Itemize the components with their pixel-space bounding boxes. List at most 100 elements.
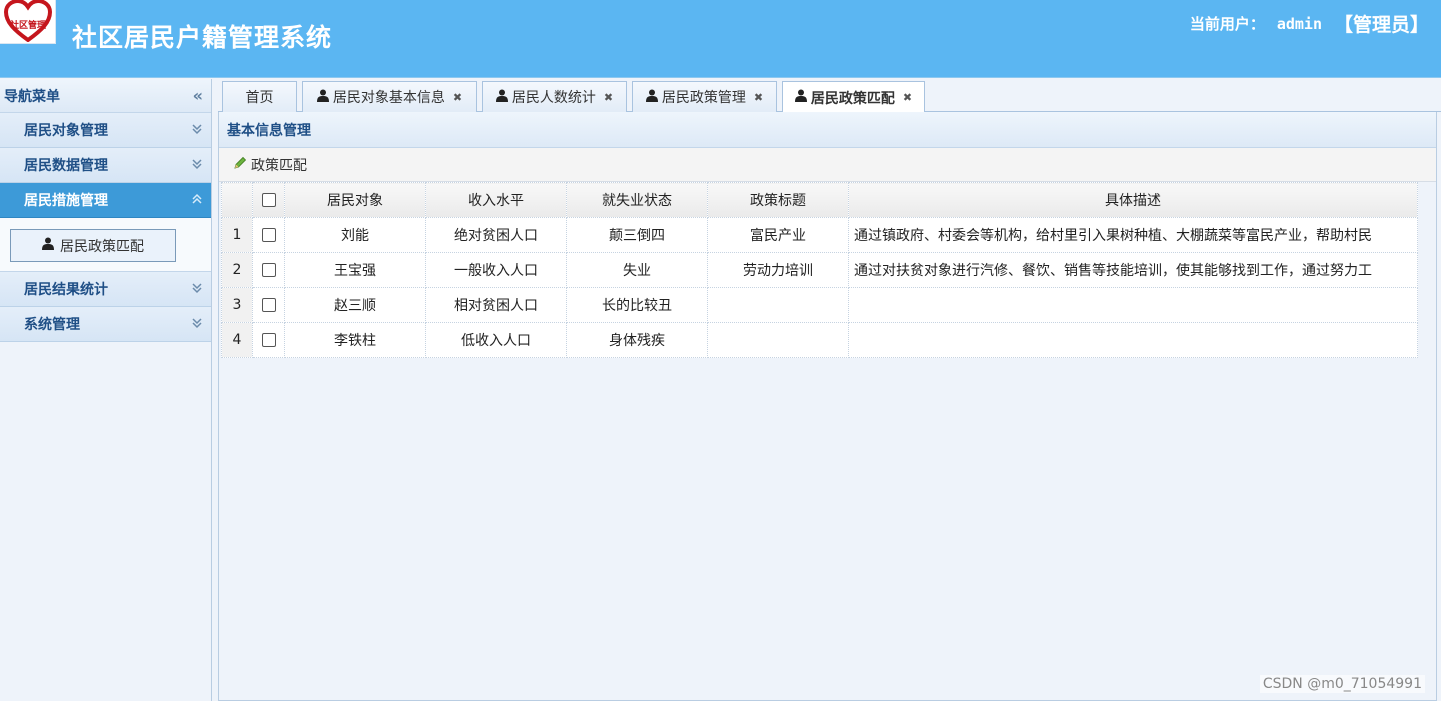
table-cell — [848, 322, 1418, 358]
chevron-up-icon — [191, 193, 203, 208]
user-icon — [645, 89, 658, 106]
row-number: 3 — [221, 287, 253, 323]
row-number: 4 — [221, 322, 253, 358]
row-checkbox[interactable] — [261, 333, 276, 347]
sidebar-group-resident-statistics[interactable]: 居民结果统计 — [0, 272, 211, 307]
row-number: 1 — [221, 217, 253, 253]
tab-label: 居民人数统计 — [511, 90, 596, 106]
tab-label: 居民政策匹配 — [810, 90, 895, 107]
column-header[interactable]: 居民对象 — [284, 182, 426, 218]
chevron-down-icon — [191, 282, 203, 297]
sidebar-group-label: 居民对象管理 — [24, 123, 108, 139]
table-row[interactable]: 3 赵三顺 相对贫困人口 长的比较丑 — [221, 287, 1418, 323]
sidebar-group-resident-object[interactable]: 居民对象管理 — [0, 113, 211, 148]
row-checkbox[interactable] — [261, 263, 276, 277]
user-icon — [42, 237, 54, 254]
logo-text: 社区管理 — [9, 21, 46, 31]
row-number-header — [221, 182, 253, 218]
user-icon — [495, 89, 508, 106]
data-grid: 居民对象 收入水平 就失业状态 政策标题 具体描述 1 刘能 绝对贫困人口 颠三… — [221, 182, 1418, 358]
tab-home[interactable]: 首页 — [222, 81, 297, 112]
watermark-text: CSDN @m0_71054991 — [1259, 675, 1425, 693]
table-cell: 富民产业 — [707, 217, 849, 253]
tab-label: 居民政策管理 — [661, 90, 746, 106]
chevron-down-icon — [191, 123, 203, 138]
current-user-name: admin — [1276, 14, 1322, 33]
column-header[interactable]: 就失业状态 — [566, 182, 708, 218]
app-logo: 社区管理 — [0, 0, 56, 44]
tab-resident-policy-match[interactable]: 居民政策匹配 ✖ — [782, 81, 925, 113]
tab-label: 居民对象基本信息 — [332, 90, 445, 106]
current-user-role: 【管理员】 — [1333, 14, 1429, 36]
nav-menu-title: 导航菜单 — [4, 88, 60, 105]
sidebar-group-resident-measures[interactable]: 居民措施管理 — [0, 183, 211, 218]
table-cell: 通过对扶贫对象进行汽修、餐饮、销售等技能培训，使其能够找到工作，通过努力工 — [848, 252, 1418, 288]
table-row[interactable]: 2 王宝强 一般收入人口 失业 劳动力培训 通过对扶贫对象进行汽修、餐饮、销售等… — [221, 252, 1418, 288]
sidebar-group-label: 系统管理 — [24, 317, 80, 333]
sidebar-submenu: 居民政策匹配 — [0, 218, 211, 272]
policy-match-button[interactable]: 政策匹配 — [233, 155, 307, 175]
row-select-cell — [252, 322, 285, 358]
pencil-icon — [233, 156, 247, 174]
table-cell — [848, 287, 1418, 323]
sidebar-group-label: 居民结果统计 — [24, 282, 108, 298]
table-cell: 劳动力培训 — [707, 252, 849, 288]
column-header[interactable]: 政策标题 — [707, 182, 849, 218]
toolbar: 政策匹配 — [219, 148, 1436, 182]
table-row[interactable]: 4 李铁柱 低收入人口 身体残疾 — [221, 322, 1418, 358]
tab-resident-policy-manage[interactable]: 居民政策管理 ✖ — [632, 81, 777, 112]
user-icon — [794, 89, 807, 106]
sidebar-group-label: 居民数据管理 — [24, 158, 108, 174]
table-header-row: 居民对象 收入水平 就失业状态 政策标题 具体描述 — [221, 182, 1418, 218]
tabs-bar: 首页 居民对象基本信息 ✖ 居民人数统计 ✖ 居民政策管理 ✖ 居民政策匹配 ✖ — [218, 79, 1441, 113]
row-select-cell — [252, 252, 285, 288]
column-header[interactable]: 具体描述 — [848, 182, 1418, 218]
table-cell: 颠三倒四 — [566, 217, 708, 253]
column-header[interactable]: 收入水平 — [425, 182, 567, 218]
select-all-checkbox[interactable] — [261, 193, 276, 207]
table-row[interactable]: 1 刘能 绝对贫困人口 颠三倒四 富民产业 通过镇政府、村委会等机构，给村里引入… — [221, 217, 1418, 253]
close-tab-icon[interactable]: ✖ — [453, 91, 462, 104]
row-select-cell — [252, 217, 285, 253]
table-cell: 赵三顺 — [284, 287, 426, 323]
table-cell: 长的比较丑 — [566, 287, 708, 323]
table-cell: 低收入人口 — [425, 322, 567, 358]
row-checkbox[interactable] — [261, 228, 276, 242]
chevron-down-icon — [191, 317, 203, 332]
current-user-label: 当前用户： — [1189, 15, 1265, 33]
sidebar: 导航菜单 « 居民对象管理 居民数据管理 居民措施管理 居民政策匹配 居民结果统… — [0, 79, 212, 701]
table-cell: 李铁柱 — [284, 322, 426, 358]
table-cell: 绝对贫困人口 — [425, 217, 567, 253]
close-tab-icon[interactable]: ✖ — [604, 91, 613, 104]
sidebar-item-label: 居民政策匹配 — [60, 238, 144, 255]
table-cell: 身体残疾 — [566, 322, 708, 358]
app-header: 社区管理 社区居民户籍管理系统 当前用户： admin 【管理员】 — [0, 0, 1441, 78]
main-area: 首页 居民对象基本信息 ✖ 居民人数统计 ✖ 居民政策管理 ✖ 居民政策匹配 ✖… — [218, 79, 1441, 701]
row-number: 2 — [221, 252, 253, 288]
nav-menu-header: 导航菜单 « — [0, 79, 211, 113]
table-cell: 王宝强 — [284, 252, 426, 288]
app-title: 社区居民户籍管理系统 — [72, 23, 333, 52]
close-tab-icon[interactable]: ✖ — [903, 91, 912, 104]
row-checkbox[interactable] — [261, 298, 276, 312]
sidebar-group-resident-data[interactable]: 居民数据管理 — [0, 148, 211, 183]
user-icon — [316, 89, 329, 106]
panel-title: 基本信息管理 — [219, 112, 1436, 148]
table-cell — [707, 322, 849, 358]
current-user-area: 当前用户： admin 【管理员】 — [1190, 10, 1429, 37]
tab-resident-count-stats[interactable]: 居民人数统计 ✖ — [482, 81, 627, 112]
table-cell: 相对贫困人口 — [425, 287, 567, 323]
sidebar-group-label: 居民措施管理 — [24, 193, 108, 209]
select-all-cell — [252, 182, 285, 218]
sidebar-group-system[interactable]: 系统管理 — [0, 307, 211, 342]
chevron-down-icon — [191, 158, 203, 173]
table-cell: 失业 — [566, 252, 708, 288]
table-cell: 一般收入人口 — [425, 252, 567, 288]
sidebar-item-policy-match[interactable]: 居民政策匹配 — [10, 229, 176, 262]
close-tab-icon[interactable]: ✖ — [754, 91, 763, 104]
table-cell: 通过镇政府、村委会等机构，给村里引入果树种植、大棚蔬菜等富民产业，帮助村民 — [848, 217, 1418, 253]
tab-resident-basic-info[interactable]: 居民对象基本信息 ✖ — [302, 81, 477, 112]
row-select-cell — [252, 287, 285, 323]
table-cell: 刘能 — [284, 217, 426, 253]
collapse-sidebar-icon[interactable]: « — [193, 86, 203, 105]
